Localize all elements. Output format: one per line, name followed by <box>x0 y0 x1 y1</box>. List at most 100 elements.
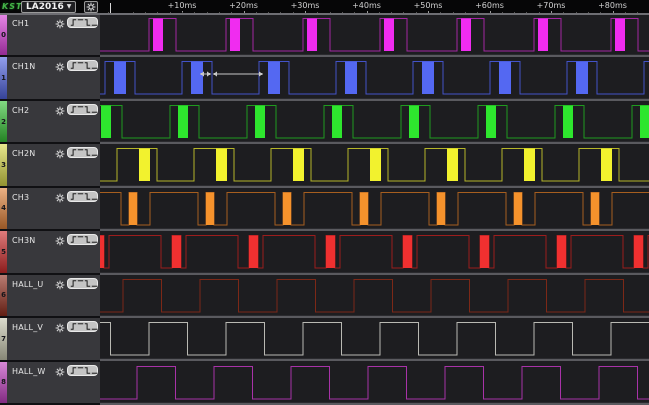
pwm-burst <box>461 18 471 50</box>
channel-settings-button[interactable] <box>54 365 66 376</box>
trigger-low-level-button[interactable] <box>91 61 98 70</box>
trigger-falling-edge-button[interactable] <box>84 322 91 331</box>
waveform-ch2[interactable] <box>100 101 649 141</box>
pwm-burst <box>345 62 357 94</box>
pwm-burst <box>524 149 535 181</box>
trigger-rising-edge-button[interactable] <box>70 192 77 201</box>
waveform-ch1n[interactable] <box>100 57 649 97</box>
trigger-falling-edge-button[interactable] <box>84 18 91 27</box>
channel-name-label: CH1N <box>12 62 35 71</box>
waveform-ch2n[interactable] <box>100 144 649 184</box>
trigger-rising-edge-button[interactable] <box>70 322 77 331</box>
trigger-rising-edge-button[interactable] <box>70 366 77 375</box>
timeline-ruler[interactable]: +10ms+20ms+30ms+40ms+50ms+60ms+70ms+80ms <box>100 0 649 14</box>
channel-name-label: HALL_W <box>12 367 46 376</box>
channel-settings-button[interactable] <box>54 104 66 115</box>
trigger-mode-group <box>67 234 98 245</box>
trigger-low-level-button[interactable] <box>91 148 98 157</box>
trigger-high-level-button[interactable] <box>77 322 84 331</box>
trigger-high-level-button[interactable] <box>77 235 84 244</box>
device-selector-button[interactable]: LA2016 ▼ <box>21 1 76 13</box>
channel-row-hall_w[interactable]: 8HALL_W <box>0 362 100 405</box>
trigger-high-level-button[interactable] <box>77 18 84 27</box>
gear-icon <box>55 106 65 116</box>
trigger-low-level-button[interactable] <box>91 235 98 244</box>
trigger-mode-group <box>67 147 98 158</box>
trigger-falling-edge-button[interactable] <box>84 148 91 157</box>
pwm-burst <box>514 192 522 224</box>
pwm-burst <box>191 62 203 94</box>
trigger-falling-edge-button[interactable] <box>84 279 91 288</box>
channel-settings-button[interactable] <box>54 191 66 202</box>
digital-waveform <box>100 101 649 141</box>
waveform-ch1[interactable] <box>100 14 649 54</box>
channel-row-hall_v[interactable]: 7HALL_V <box>0 318 100 361</box>
low-level-icon <box>91 60 98 71</box>
trigger-rising-edge-button[interactable] <box>70 279 77 288</box>
arrowhead-left-icon <box>213 72 217 77</box>
trigger-mode-group <box>67 191 98 202</box>
trigger-falling-edge-button[interactable] <box>84 61 91 70</box>
digital-waveform <box>100 14 649 54</box>
trigger-low-level-button[interactable] <box>91 18 98 27</box>
trigger-rising-edge-button[interactable] <box>70 18 77 27</box>
waveform-hall_u[interactable] <box>100 275 649 315</box>
trigger-falling-edge-button[interactable] <box>84 235 91 244</box>
channel-row-ch2[interactable]: 2CH2 <box>0 101 100 144</box>
trigger-rising-edge-button[interactable] <box>70 148 77 157</box>
trigger-high-level-button[interactable] <box>77 148 84 157</box>
low-level-icon <box>91 278 98 289</box>
pwm-burst <box>255 105 265 137</box>
trigger-high-level-button[interactable] <box>77 366 84 375</box>
pwm-burst <box>384 18 394 50</box>
rising-edge-icon <box>70 147 77 158</box>
channel-settings-button[interactable] <box>54 278 66 289</box>
low-level-icon <box>91 234 98 245</box>
channel-settings-button[interactable] <box>54 321 66 332</box>
falling-edge-icon <box>84 365 91 376</box>
high-level-icon <box>77 234 84 245</box>
channel-name-label: CH1 <box>12 19 29 28</box>
settings-button[interactable] <box>84 1 98 13</box>
channel-row-ch3n[interactable]: 5CH3N <box>0 231 100 274</box>
channel-settings-button[interactable] <box>54 234 66 245</box>
waveform-ch3[interactable] <box>100 188 649 228</box>
channel-row-ch1n[interactable]: 1CH1N <box>0 57 100 100</box>
falling-edge-icon <box>84 234 91 245</box>
trigger-low-level-button[interactable] <box>91 105 98 114</box>
trigger-falling-edge-button[interactable] <box>84 366 91 375</box>
digital-waveform <box>100 231 649 271</box>
channel-row-ch3[interactable]: 4CH3 <box>0 188 100 231</box>
trigger-high-level-button[interactable] <box>77 279 84 288</box>
trigger-low-level-button[interactable] <box>91 279 98 288</box>
channel-row-ch2n[interactable]: 3CH2N <box>0 144 100 187</box>
waveform-hall_v[interactable] <box>100 318 649 358</box>
gear-icon <box>55 280 65 290</box>
channel-row-ch1[interactable]: 0CH1 <box>0 14 100 57</box>
trigger-low-level-button[interactable] <box>91 192 98 201</box>
channel-settings-button[interactable] <box>54 60 66 71</box>
trigger-rising-edge-button[interactable] <box>70 235 77 244</box>
waveform-hall_w[interactable] <box>100 362 649 402</box>
trigger-high-level-button[interactable] <box>77 61 84 70</box>
channel-settings-button[interactable] <box>54 147 66 158</box>
waveform-ch3n[interactable] <box>100 231 649 271</box>
trigger-high-level-button[interactable] <box>77 192 84 201</box>
trigger-falling-edge-button[interactable] <box>84 192 91 201</box>
trigger-rising-edge-button[interactable] <box>70 105 77 114</box>
pwm-burst <box>591 192 599 224</box>
timeline-label: +40ms <box>352 1 381 10</box>
trigger-low-level-button[interactable] <box>91 322 98 331</box>
channel-row-hall_u[interactable]: 6HALL_U <box>0 275 100 318</box>
pwm-burst <box>640 105 649 137</box>
trigger-rising-edge-button[interactable] <box>70 61 77 70</box>
pwm-burst <box>480 236 489 268</box>
trigger-falling-edge-button[interactable] <box>84 105 91 114</box>
pwm-burst <box>370 149 381 181</box>
trigger-high-level-button[interactable] <box>77 105 84 114</box>
digital-waveform <box>100 275 649 315</box>
channel-settings-button[interactable] <box>54 17 66 28</box>
rising-edge-icon <box>70 104 77 115</box>
trigger-low-level-button[interactable] <box>91 366 98 375</box>
pwm-burst <box>601 149 612 181</box>
